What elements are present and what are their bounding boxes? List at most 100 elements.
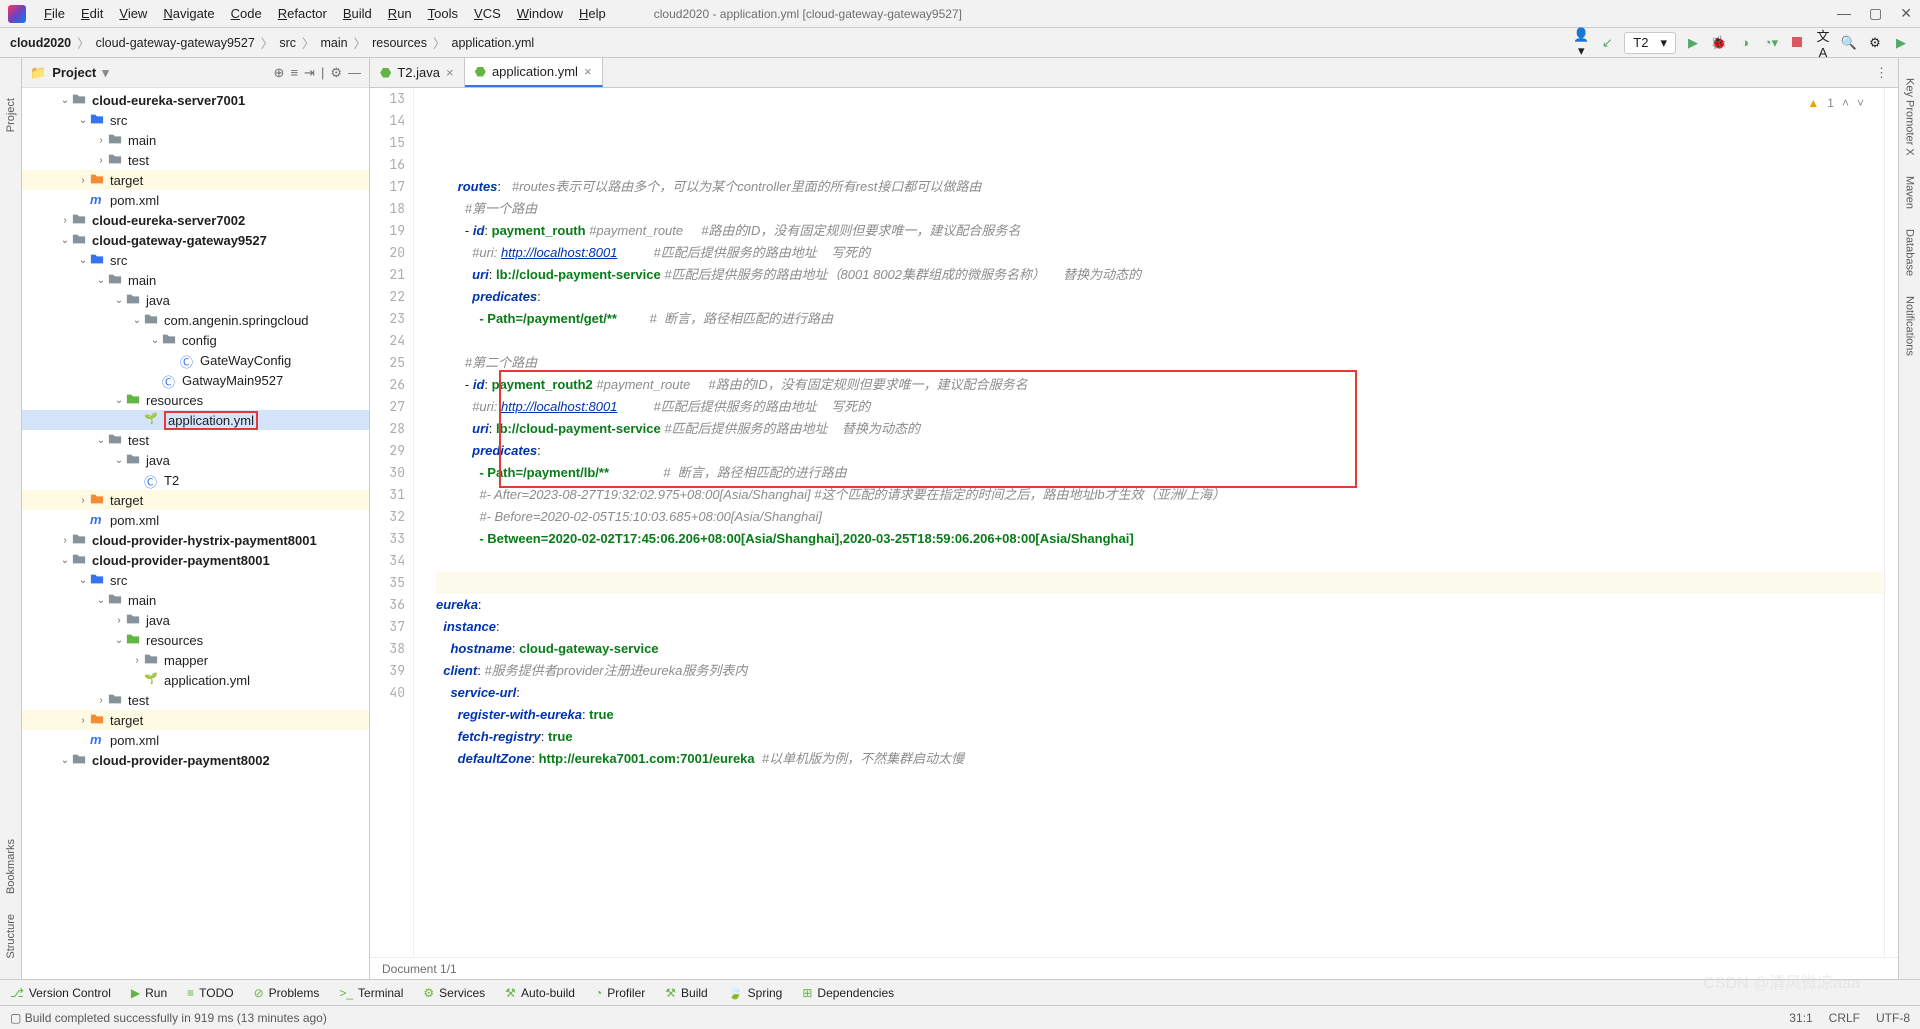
tree-node[interactable]: ⌄main [22,270,369,290]
tree-node[interactable]: ⌄com.angenin.springcloud [22,310,369,330]
tree-node[interactable]: ›main [22,130,369,150]
chevron-up-icon[interactable]: ˄ [1842,92,1849,114]
tool-window-todo[interactable]: ≡TODO [187,986,233,1000]
menu-navigate[interactable]: Navigate [155,3,222,24]
encoding[interactable]: UTF-8 [1876,1011,1910,1025]
tree-node[interactable]: 🌱application.yml [22,670,369,690]
tabs-more-icon[interactable]: ⋮ [1865,58,1898,87]
coverage-icon[interactable]: ◑ [1736,35,1754,50]
gear-icon[interactable]: ⚙ [1866,35,1884,51]
translate-icon[interactable]: 文A [1814,26,1832,60]
tool-window-problems[interactable]: ⊘Problems [254,986,320,1000]
maximize-icon[interactable]: ▢ [1869,5,1882,22]
tree-node[interactable]: ⌄resources [22,390,369,410]
tree-node[interactable]: ›test [22,690,369,710]
tree-node[interactable]: ⌄test [22,430,369,450]
tree-node[interactable]: ⌄cloud-gateway-gateway9527 [22,230,369,250]
tree-node[interactable]: mpom.xml [22,730,369,750]
editor-body[interactable]: 13 14 15 16 17 18 19 20 21 22 23 24 25 2… [370,88,1898,957]
close-tab-icon[interactable]: × [446,65,454,80]
menu-run[interactable]: Run [380,3,420,24]
add-user-icon[interactable]: 👤▾ [1572,27,1590,59]
tool-window-services[interactable]: ⚙Services [423,986,485,1000]
line-separator[interactable]: CRLF [1829,1011,1860,1025]
marker-bar[interactable] [1884,88,1898,957]
crumb[interactable]: main [321,36,348,50]
strip-bookmarks[interactable]: Bookmarks [5,839,17,894]
tree-node[interactable]: ›target [22,170,369,190]
profile-icon[interactable]: ◔▾ [1762,35,1780,51]
expand-icon[interactable]: ≡ [290,65,298,81]
hide-icon[interactable]: — [348,65,361,81]
tree-node[interactable]: ⌄java [22,450,369,470]
strip-notifications[interactable]: Notifications [1904,296,1916,356]
tree-node[interactable]: ›test [22,150,369,170]
strip-keypromoter[interactable]: Key Promoter X [1904,78,1916,156]
tree-node[interactable]: ›cloud-eureka-server7002 [22,210,369,230]
collapse-icon[interactable]: ⇥ [304,65,315,81]
menu-refactor[interactable]: Refactor [270,3,335,24]
menu-build[interactable]: Build [335,3,380,24]
menu-window[interactable]: Window [509,3,571,24]
minimize-icon[interactable]: — [1837,5,1851,22]
editor-tab[interactable]: ⬣T2.java× [370,58,465,87]
tree-node[interactable]: mpom.xml [22,510,369,530]
inspection-widget[interactable]: ▲ 1 ˄ ˅ [1807,92,1864,114]
tool-window-run[interactable]: ▶Run [131,986,167,1000]
tree-node[interactable]: ⒸGatwayMain9527 [22,370,369,390]
tool-window-terminal[interactable]: >_Terminal [339,986,403,1000]
locate-icon[interactable]: ⊕ [274,65,285,81]
tree-node[interactable]: ⌄java [22,290,369,310]
tree-node[interactable]: ⌄cloud-eureka-server7001 [22,90,369,110]
chevron-down-icon[interactable]: ˅ [1857,92,1864,114]
tool-window-dependencies[interactable]: ⊞Dependencies [802,986,894,1000]
breadcrumb[interactable]: cloud2020〉cloud-gateway-gateway9527〉src〉… [10,33,534,52]
menu-edit[interactable]: Edit [73,3,111,24]
crumb[interactable]: src [279,36,296,50]
tool-window-build[interactable]: ⚒Build [665,986,707,1000]
strip-maven[interactable]: Maven [1904,176,1916,209]
tree-node[interactable]: ⒸGateWayConfig [22,350,369,370]
search-icon[interactable]: 🔍 [1840,35,1858,51]
editor-tab[interactable]: ⬣application.yml× [465,58,603,87]
tree-node[interactable]: ⌄cloud-provider-payment8001 [22,550,369,570]
tree-node[interactable]: ⌄main [22,590,369,610]
tree-node[interactable]: ›mapper [22,650,369,670]
tree-node[interactable]: ⒸT2 [22,470,369,490]
gear-icon[interactable]: ⚙ [330,65,342,81]
run-icon[interactable]: ▶ [1684,35,1702,51]
tree-node[interactable]: ⌄cloud-provider-payment8002 [22,750,369,770]
stop-icon[interactable] [1788,35,1806,50]
tree-node[interactable]: ⌄config [22,330,369,350]
crumb[interactable]: cloud2020 [10,36,71,50]
tree-node[interactable]: 🌱application.yml [22,410,369,430]
menu-tools[interactable]: Tools [420,3,466,24]
crumb[interactable]: application.yml [452,36,535,50]
run-anything-icon[interactable]: ▶ [1892,35,1910,51]
run-config-combo[interactable]: T2 ▾ [1624,32,1676,54]
tree-node[interactable]: mpom.xml [22,190,369,210]
menu-view[interactable]: View [111,3,155,24]
crumb[interactable]: cloud-gateway-gateway9527 [96,36,255,50]
menu-vcs[interactable]: VCS [466,3,509,24]
tool-window-profiler[interactable]: ◔Profiler [595,986,645,1000]
caret-position[interactable]: 31:1 [1789,1011,1812,1025]
menu-help[interactable]: Help [571,3,614,24]
strip-project[interactable]: Project [5,98,17,132]
tree-node[interactable]: ›java [22,610,369,630]
project-tree[interactable]: ⌄cloud-eureka-server7001⌄src›main›test›t… [22,88,369,979]
close-icon[interactable]: ✕ [1900,5,1912,22]
editor-code[interactable]: ▲ 1 ˄ ˅ routes: #routes表示可以路由多个，可以为某个con… [414,88,1884,957]
menu-file[interactable]: File [36,3,73,24]
tree-node[interactable]: ⌄src [22,110,369,130]
debug-icon[interactable]: 🐞 [1710,35,1728,51]
crumb[interactable]: resources [372,36,427,50]
tree-node[interactable]: ›target [22,490,369,510]
status-box-icon[interactable]: ▢ [10,1011,21,1025]
tool-window-spring[interactable]: 🍃Spring [728,986,783,1000]
menu-code[interactable]: Code [223,3,270,24]
tree-node[interactable]: ⌄src [22,250,369,270]
tool-window-version-control[interactable]: ⎇Version Control [10,986,111,1000]
back-arrow-icon[interactable]: ↙ [1598,35,1616,51]
chevron-down-icon[interactable]: ▾ [102,65,109,81]
